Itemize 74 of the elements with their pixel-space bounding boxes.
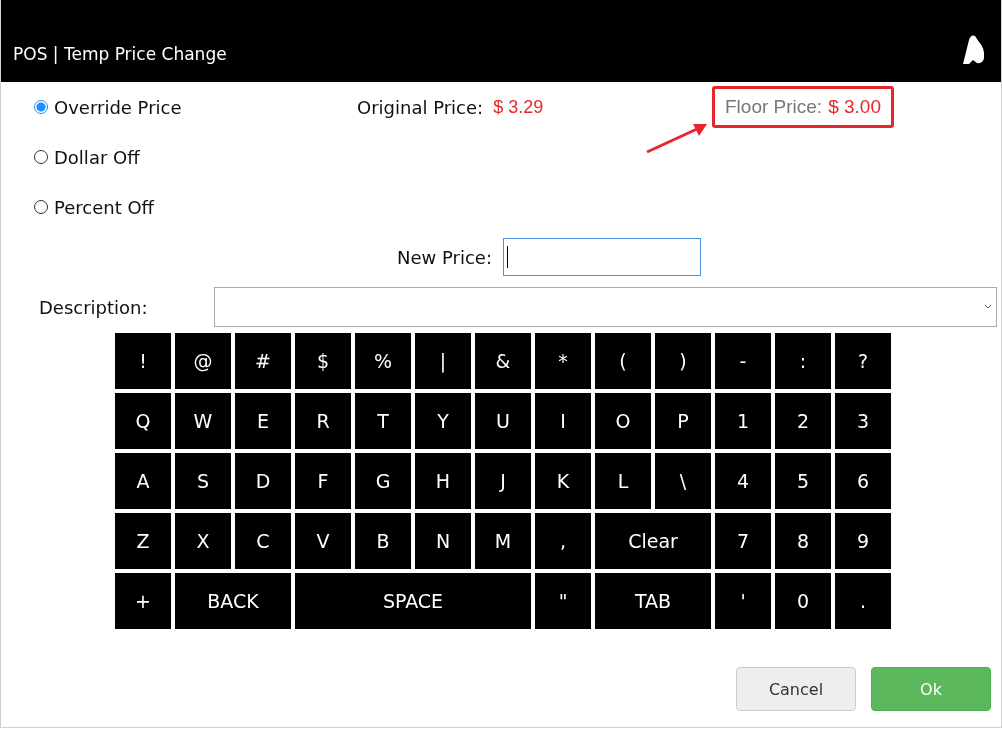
keyboard-key[interactable]: 3 [835, 393, 891, 449]
keyboard-key[interactable]: 9 [835, 513, 891, 569]
keyboard-key[interactable]: | [415, 333, 471, 389]
keyboard-key[interactable]: * [535, 333, 591, 389]
keyboard-key[interactable]: ? [835, 333, 891, 389]
keyboard-key[interactable]: P [655, 393, 711, 449]
cancel-button[interactable]: Cancel [736, 667, 856, 711]
keyboard-key[interactable]: 2 [775, 393, 831, 449]
keyboard-key[interactable]: $ [295, 333, 351, 389]
keyboard-key[interactable]: TAB [595, 573, 711, 629]
keyboard-key[interactable]: - [715, 333, 771, 389]
keyboard-key[interactable]: ) [655, 333, 711, 389]
keyboard-key[interactable]: Y [415, 393, 471, 449]
radio-option[interactable]: Percent Off [34, 182, 182, 232]
keyboard-key[interactable]: G [355, 453, 411, 509]
radio-option[interactable]: Dollar Off [34, 132, 182, 182]
keyboard-key[interactable]: 4 [715, 453, 771, 509]
keyboard-key[interactable]: M [475, 513, 531, 569]
description-label: Description: [39, 296, 149, 318]
keyboard-key[interactable]: S [175, 453, 231, 509]
keyboard-key[interactable]: BACK [175, 573, 291, 629]
new-price-field[interactable] [503, 238, 701, 276]
keyboard-key[interactable]: 5 [775, 453, 831, 509]
keyboard-key[interactable]: H [415, 453, 471, 509]
annotation-arrow [645, 121, 709, 155]
keyboard-key[interactable]: E [235, 393, 291, 449]
keyboard-key[interactable]: " [535, 573, 591, 629]
keyboard-key[interactable]: & [475, 333, 531, 389]
keyboard-key[interactable]: K [535, 453, 591, 509]
window-title: POS | Temp Price Change [13, 44, 227, 64]
keyboard-key[interactable]: 1 [715, 393, 771, 449]
keyboard-key[interactable]: \ [655, 453, 711, 509]
keyboard-key[interactable]: # [235, 333, 291, 389]
floor-price-value: $ 3.00 [828, 96, 881, 118]
keyboard-key[interactable]: N [415, 513, 471, 569]
chevron-down-icon [984, 304, 992, 310]
keyboard-key[interactable]: J [475, 453, 531, 509]
keyboard-key[interactable]: W [175, 393, 231, 449]
keyboard-key[interactable]: V [295, 513, 351, 569]
keyboard-key[interactable]: + [115, 573, 171, 629]
keyboard-key[interactable]: C [235, 513, 291, 569]
new-price-label: New Price: [396, 246, 492, 268]
keyboard-key[interactable]: 6 [835, 453, 891, 509]
floor-price-label: Floor Price: [725, 96, 823, 118]
keyboard-key[interactable]: R [295, 393, 351, 449]
keyboard-key[interactable]: Q [115, 393, 171, 449]
keyboard-key[interactable]: . [835, 573, 891, 629]
original-price-label: Original Price: [357, 96, 484, 118]
keyboard-key[interactable]: : [775, 333, 831, 389]
description-dropdown[interactable] [214, 287, 997, 327]
keyboard-key[interactable]: Clear [595, 513, 711, 569]
keyboard-key[interactable]: L [595, 453, 651, 509]
keyboard-key[interactable]: U [475, 393, 531, 449]
keyboard-key[interactable]: X [175, 513, 231, 569]
keyboard-key[interactable]: 7 [715, 513, 771, 569]
radio-option[interactable]: Override Price [34, 82, 182, 132]
keyboard-key[interactable]: ( [595, 333, 651, 389]
keyboard-key[interactable]: ! [115, 333, 171, 389]
keyboard-key[interactable]: I [535, 393, 591, 449]
keyboard-key[interactable]: F [295, 453, 351, 509]
keyboard-key[interactable]: Z [115, 513, 171, 569]
keyboard-key[interactable]: D [235, 453, 291, 509]
keyboard-key[interactable]: 8 [775, 513, 831, 569]
keyboard-key[interactable]: % [355, 333, 411, 389]
keyboard-key[interactable]: SPACE [295, 573, 531, 629]
keyboard-key[interactable]: B [355, 513, 411, 569]
keyboard-key[interactable]: T [355, 393, 411, 449]
keyboard-key[interactable]: A [115, 453, 171, 509]
keyboard-key[interactable]: O [595, 393, 651, 449]
keyboard-key[interactable]: , [535, 513, 591, 569]
original-price-value: $ 3.29 [493, 96, 544, 118]
keyboard-key[interactable]: @ [175, 333, 231, 389]
keyboard-key[interactable]: 0 [775, 573, 831, 629]
keyboard-key[interactable]: ' [715, 573, 771, 629]
